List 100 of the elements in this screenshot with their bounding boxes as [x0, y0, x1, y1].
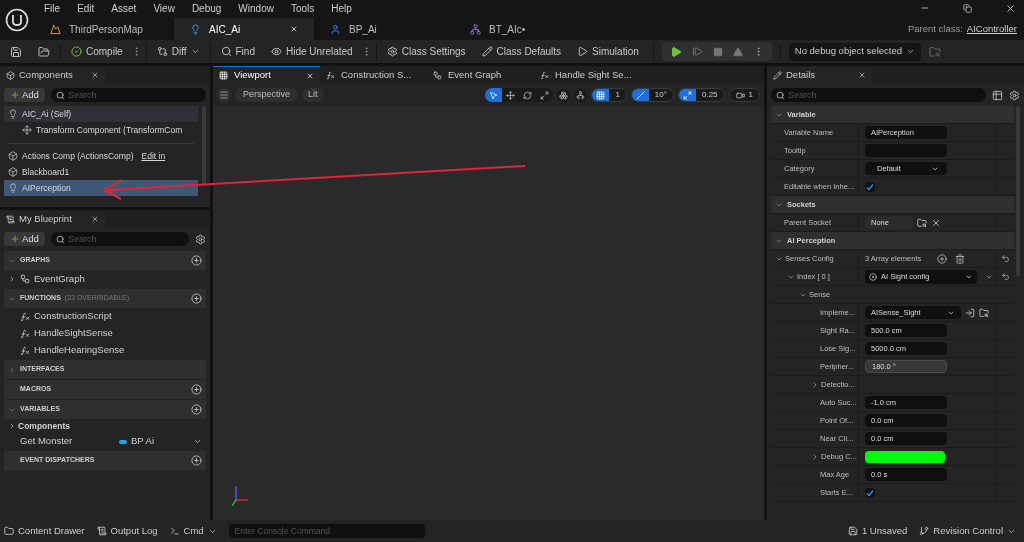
revision-control-button[interactable]: Revision Control	[919, 523, 1016, 539]
hide-unrelated-button[interactable]: Hide Unrelated	[264, 41, 359, 62]
add-element-icon[interactable]	[937, 253, 948, 264]
editor-tab[interactable]: Construction S...	[320, 66, 427, 84]
delete-icon[interactable]	[955, 253, 966, 264]
compile-button[interactable]: Compile	[65, 41, 129, 62]
close-tab-icon[interactable]	[91, 71, 99, 79]
document-tab[interactable]: AIC_Ai	[174, 18, 314, 40]
diff-button[interactable]: Diff	[150, 41, 206, 62]
document-tab[interactable]: BP_Ai	[314, 18, 454, 40]
stop-icon[interactable]	[712, 46, 723, 57]
edit-link[interactable]: Edit in	[141, 149, 166, 163]
camera-speed-control[interactable]: 1	[728, 88, 760, 102]
engine-logo-icon[interactable]	[5, 8, 29, 32]
search-field[interactable]: Search	[50, 232, 189, 246]
perspective-button[interactable]: Perspective	[235, 88, 299, 102]
variable-item[interactable]: Get Monster BP Ai	[4, 433, 206, 450]
close-tab-icon[interactable]	[91, 215, 99, 223]
settings-icon[interactable]	[195, 233, 206, 245]
pencil-icon	[773, 70, 782, 80]
function-item[interactable]: ConstructionScript	[4, 308, 206, 325]
document-tab[interactable]: BT_AIc•	[454, 18, 594, 40]
menu-item[interactable]: Tools	[290, 0, 315, 16]
menu-item[interactable]: File	[44, 0, 61, 16]
menu-item[interactable]: Edit	[77, 0, 95, 16]
select-tool-icon[interactable]	[485, 88, 503, 102]
browse-icon[interactable]	[38, 45, 50, 58]
snap-toggle-icon[interactable]	[678, 89, 696, 101]
editor-tab[interactable]: Handle Sight Se...	[534, 66, 641, 84]
add-button[interactable]: Add	[4, 88, 45, 102]
lit-button[interactable]: Lit	[302, 88, 324, 102]
grid-snap-control[interactable]: 1	[591, 88, 627, 102]
editor-tab[interactable]: Event Graph	[427, 66, 534, 84]
menu-item[interactable]: Debug	[191, 0, 222, 16]
menu-item[interactable]: Asset	[111, 0, 137, 16]
console-field[interactable]: Enter Console Command	[228, 524, 425, 538]
class-settings-button[interactable]: Class Settings	[380, 41, 472, 62]
checkbox[interactable]	[865, 181, 875, 192]
function-item[interactable]: HandleHearingSense	[4, 342, 206, 359]
add-icon[interactable]	[191, 293, 202, 304]
close-tab-icon[interactable]	[858, 71, 866, 79]
save-icon[interactable]	[10, 45, 22, 58]
add-icon[interactable]	[191, 384, 202, 395]
parent-class-link[interactable]: AIController	[966, 21, 1017, 37]
tree-item[interactable]: Blackboard1	[4, 164, 198, 180]
checkbox[interactable]	[865, 487, 875, 498]
surface-snap-icon[interactable]	[557, 88, 571, 102]
content-drawer-button[interactable]: Content Drawer	[4, 523, 85, 539]
close-icon[interactable]	[1005, 2, 1016, 14]
reset-icon[interactable]	[1001, 254, 1010, 263]
search-field[interactable]: Search	[50, 88, 206, 102]
add-icon[interactable]	[191, 455, 202, 466]
person-icon	[330, 23, 341, 35]
document-tab[interactable]: ThirdPersonMap	[34, 18, 174, 40]
add-icon[interactable]	[191, 255, 202, 266]
rotation-snap-control[interactable]: 10°	[630, 88, 674, 102]
category-item[interactable]: Components	[4, 419, 206, 433]
panel-tab[interactable]: My Blueprint	[0, 210, 105, 228]
function-item[interactable]: HandleSightSense	[4, 325, 206, 342]
browse-icon[interactable]	[979, 307, 989, 318]
play-icon[interactable]	[669, 45, 682, 58]
grid-view-icon[interactable]	[992, 89, 1003, 101]
class-defaults-button[interactable]: Class Defaults	[475, 41, 568, 62]
graph-item[interactable]: EventGraph	[4, 270, 206, 288]
panel-tab[interactable]: Details	[767, 66, 872, 84]
local-space-icon[interactable]	[574, 88, 588, 102]
tree-item[interactable]: Transform Component (TransformCom	[4, 122, 198, 138]
eject-icon[interactable]	[732, 46, 743, 57]
cmd-dropdown[interactable]: Cmd	[169, 523, 217, 539]
unsaved-button[interactable]: 1 Unsaved	[847, 523, 908, 539]
reset-icon[interactable]	[1001, 272, 1010, 281]
clear-icon[interactable]	[931, 217, 941, 228]
debug-object-dropdown[interactable]: No debug object selected	[788, 42, 921, 61]
menu-item[interactable]: View	[153, 0, 175, 16]
editor-tab[interactable]: Viewport	[213, 66, 320, 84]
find-button[interactable]: Find	[214, 41, 261, 62]
snap-toggle-icon[interactable]	[631, 89, 649, 101]
snap-toggle-icon[interactable]	[592, 89, 610, 101]
close-tab-icon[interactable]	[306, 71, 314, 80]
tree-item[interactable]: Actions Comp (ActionsComp) Edit in	[4, 148, 198, 164]
step-icon[interactable]	[691, 46, 703, 57]
book-icon	[6, 214, 15, 224]
add-button[interactable]: Add	[4, 232, 45, 246]
settings-icon[interactable]	[1009, 89, 1020, 101]
panel-tab[interactable]: Components	[0, 66, 105, 84]
search-field[interactable]: Search	[771, 88, 986, 102]
simulation-button[interactable]: Simulation	[571, 41, 645, 62]
color-swatch[interactable]	[865, 450, 945, 463]
caret-icon	[193, 437, 202, 446]
output-log-button[interactable]: Output Log	[96, 523, 158, 539]
tree-item[interactable]: AIPerception	[4, 180, 198, 196]
tree-item[interactable]: AIC_Ai (Self)	[4, 106, 198, 122]
use-selected-icon[interactable]	[965, 307, 975, 318]
menu-item[interactable]: Window	[238, 0, 274, 16]
menu-icon[interactable]	[217, 88, 231, 102]
scale-snap-control[interactable]: 0.25	[677, 88, 725, 102]
add-icon[interactable]	[191, 404, 202, 415]
browse-icon[interactable]	[917, 217, 927, 228]
menu-item[interactable]: Help	[331, 0, 352, 16]
restore-icon[interactable]	[963, 3, 972, 13]
